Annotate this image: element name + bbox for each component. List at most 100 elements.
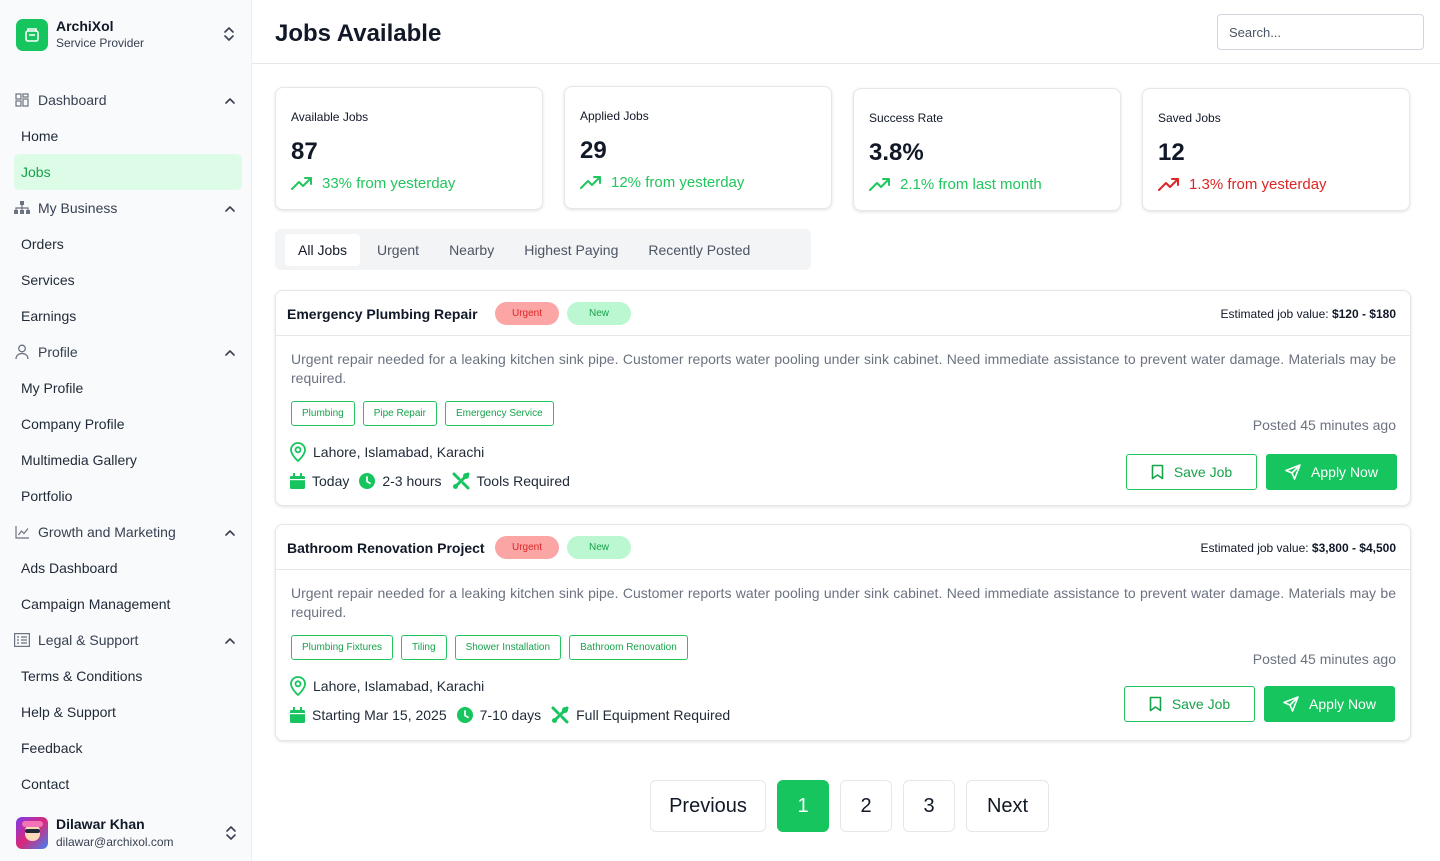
new-badge: New bbox=[567, 536, 631, 559]
send-icon bbox=[1285, 464, 1311, 480]
dashboard-icon bbox=[14, 92, 30, 108]
nav-group-dashboard[interactable]: Dashboard bbox=[14, 82, 242, 118]
page-button-3[interactable]: 3 bbox=[903, 780, 955, 832]
tab-urgent[interactable]: Urgent bbox=[364, 234, 432, 266]
tab-highest-paying[interactable]: Highest Paying bbox=[511, 234, 631, 266]
clock-icon bbox=[359, 473, 382, 489]
next-page-button[interactable]: Next bbox=[966, 780, 1049, 832]
estimated-value: Estimated job value: $120 - $180 bbox=[1221, 307, 1396, 321]
search-input[interactable] bbox=[1217, 14, 1424, 50]
sidebar-item-services[interactable]: Services bbox=[14, 262, 242, 298]
job-card: Emergency Plumbing Repair Urgent New Estima… bbox=[275, 290, 1411, 506]
stat-change: 33% from yesterday bbox=[291, 175, 455, 192]
tab-recently-posted[interactable]: Recently Posted bbox=[635, 234, 763, 266]
sidebar-item-help-support[interactable]: Help & Support bbox=[14, 694, 242, 730]
page-title: Jobs Available bbox=[275, 20, 442, 47]
estimated-value-label: Estimated job value: bbox=[1220, 307, 1329, 321]
stat-card: Applied Jobs 29 12% from yesterday bbox=[564, 86, 832, 209]
job-tag[interactable]: Shower Installation bbox=[454, 635, 562, 660]
sidebar-item-terms-conditions[interactable]: Terms & Conditions bbox=[14, 658, 242, 694]
stat-label: Success Rate bbox=[869, 111, 944, 125]
urgent-badge: Urgent bbox=[495, 302, 559, 325]
chevron-up-icon[interactable] bbox=[224, 94, 236, 106]
nav-group-growth-and-marketing[interactable]: Growth and Marketing bbox=[14, 514, 242, 550]
tab-nearby[interactable]: Nearby bbox=[436, 234, 507, 266]
job-title: Emergency Plumbing Repair bbox=[287, 306, 478, 322]
sidebar-item-orders[interactable]: Orders bbox=[14, 226, 242, 262]
stat-change-text: 12% from yesterday bbox=[611, 174, 745, 191]
job-tag[interactable]: Bathroom Renovation bbox=[569, 635, 688, 660]
save-job-button[interactable]: Save Job bbox=[1124, 686, 1255, 722]
clock-icon bbox=[456, 707, 480, 723]
previous-page-button[interactable]: Previous bbox=[650, 780, 766, 832]
stat-label: Applied Jobs bbox=[580, 109, 649, 123]
stat-change: 1.3% from yesterday bbox=[1158, 176, 1327, 193]
sidebar-item-multimedia-gallery[interactable]: Multimedia Gallery bbox=[14, 442, 242, 478]
sidebar-item-contact[interactable]: Contact bbox=[14, 766, 242, 802]
trending-up-icon bbox=[1158, 177, 1189, 192]
chart-icon bbox=[14, 524, 30, 540]
tab-all-jobs[interactable]: All Jobs bbox=[285, 233, 361, 266]
stat-change-text: 33% from yesterday bbox=[322, 175, 456, 192]
job-tag[interactable]: Tiling bbox=[401, 635, 447, 660]
chevron-up-icon[interactable] bbox=[224, 202, 236, 214]
chevron-up-icon[interactable] bbox=[224, 346, 236, 358]
nav-group-profile[interactable]: Profile bbox=[14, 334, 242, 370]
chevron-up-icon[interactable] bbox=[224, 526, 236, 538]
send-icon bbox=[1283, 696, 1309, 712]
job-tag[interactable]: Pipe Repair bbox=[362, 401, 437, 426]
sidebar-nav: Dashboard Home Jobs My Business Orders Servic… bbox=[14, 82, 242, 802]
trending-up-icon bbox=[869, 177, 900, 192]
list-icon bbox=[14, 632, 30, 648]
job-equipment: Tools Required bbox=[476, 473, 570, 489]
nav-group-legal-support[interactable]: Legal & Support bbox=[14, 622, 242, 658]
job-date: Today bbox=[312, 473, 350, 489]
avatar bbox=[16, 817, 48, 849]
sidebar-item-portfolio[interactable]: Portfolio bbox=[14, 478, 242, 514]
user-icon bbox=[14, 344, 30, 360]
apply-now-button[interactable]: Apply Now bbox=[1264, 686, 1395, 722]
location-text: Lahore, Islamabad, Karachi bbox=[313, 678, 485, 694]
nav-group-label: Dashboard bbox=[38, 92, 107, 108]
page-button-1[interactable]: 1 bbox=[777, 780, 829, 832]
brand-subtitle: Service Provider bbox=[56, 36, 145, 50]
brand-switcher[interactable]: ArchiXol Service Provider bbox=[16, 18, 236, 52]
sidebar-item-company-profile[interactable]: Company Profile bbox=[14, 406, 242, 442]
apply-now-button[interactable]: Apply Now bbox=[1266, 454, 1397, 490]
nav-group-my-business[interactable]: My Business bbox=[14, 190, 242, 226]
nav-group-label: Growth and Marketing bbox=[38, 524, 176, 540]
job-tag[interactable]: Plumbing Fixtures bbox=[291, 635, 394, 660]
stat-value: 29 bbox=[580, 137, 607, 164]
job-tag[interactable]: Emergency Service bbox=[444, 401, 554, 426]
map-pin-icon bbox=[290, 442, 313, 462]
estimated-value-amount: $120 - $180 bbox=[1331, 307, 1396, 321]
page-button-2[interactable]: 2 bbox=[840, 780, 892, 832]
job-card-header: Bathroom Renovation Project Urgent New Esti… bbox=[276, 525, 1410, 570]
sidebar-item-jobs[interactable]: Jobs bbox=[14, 154, 242, 190]
sidebar-item-my-profile[interactable]: My Profile bbox=[14, 370, 242, 406]
stat-change-text: 2.1% from last month bbox=[900, 176, 1042, 193]
sidebar-item-ads-dashboard[interactable]: Ads Dashboard bbox=[14, 550, 242, 586]
filter-tabs: All Jobs Urgent Nearby Highest Paying Recent… bbox=[275, 229, 811, 270]
user-menu[interactable]: Dilawar Khan dilawar@archixol.com bbox=[16, 815, 238, 851]
chevron-up-icon[interactable] bbox=[224, 634, 236, 646]
trending-up-icon bbox=[291, 176, 322, 191]
chevron-updown-icon[interactable] bbox=[222, 24, 236, 44]
sidebar-item-feedback[interactable]: Feedback bbox=[14, 730, 242, 766]
sidebar-item-home[interactable]: Home bbox=[14, 118, 242, 154]
apply-now-label: Apply Now bbox=[1309, 696, 1376, 712]
job-meta: Starting Mar 15, 2025 7-10 days Full Equip… bbox=[290, 706, 730, 724]
job-duration: 2-3 hours bbox=[382, 473, 442, 489]
chevron-updown-icon[interactable] bbox=[224, 823, 238, 843]
calendar-icon bbox=[290, 707, 312, 723]
sidebar-item-campaign-management[interactable]: Campaign Management bbox=[14, 586, 242, 622]
job-location: Lahore, Islamabad, Karachi bbox=[290, 442, 484, 462]
save-job-button[interactable]: Save Job bbox=[1126, 454, 1257, 490]
brand-name: ArchiXol bbox=[56, 18, 114, 34]
stat-label: Saved Jobs bbox=[1158, 111, 1221, 125]
sidebar-item-earnings[interactable]: Earnings bbox=[14, 298, 242, 334]
stat-change: 12% from yesterday bbox=[580, 174, 744, 191]
estimated-value-amount: $3,800 - $4,500 bbox=[1311, 541, 1396, 555]
job-tag[interactable]: Plumbing bbox=[291, 401, 355, 426]
nav-group-label: My Business bbox=[38, 200, 118, 216]
